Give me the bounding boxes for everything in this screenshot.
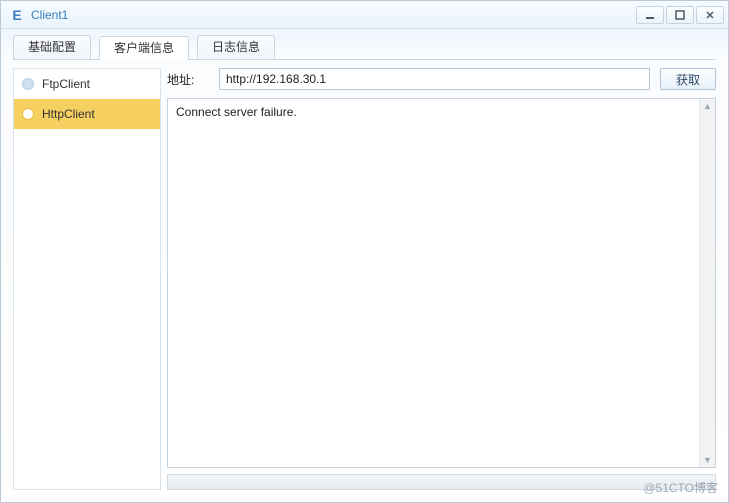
address-row: 地址: 获取 — [167, 68, 716, 90]
status-bar — [167, 474, 716, 490]
tab-label: 基础配置 — [28, 40, 76, 54]
maximize-button[interactable] — [666, 6, 694, 24]
tab-basic-config[interactable]: 基础配置 — [13, 35, 91, 59]
titlebar[interactable]: E Client1 — [1, 1, 728, 29]
address-label: 地址: — [167, 71, 209, 88]
sidebar-item-httpclient[interactable]: HttpClient — [14, 99, 160, 129]
client-sidebar: FtpClient HttpClient — [13, 68, 161, 490]
tab-label: 日志信息 — [212, 40, 260, 54]
app-window: E Client1 基础配置 客户端信息 日志信息 FtpClient Http… — [0, 0, 729, 503]
output-wrap: Connect server failure. ▲ ▼ — [167, 98, 716, 490]
app-icon: E — [9, 7, 25, 23]
status-dot-icon — [22, 108, 34, 120]
sidebar-item-label: HttpClient — [42, 107, 95, 121]
maximize-icon — [675, 10, 685, 20]
sidebar-item-label: FtpClient — [42, 77, 90, 91]
close-icon — [705, 10, 715, 20]
window-title: Client1 — [31, 8, 68, 22]
scroll-down-icon[interactable]: ▼ — [703, 453, 712, 467]
tab-client-info[interactable]: 客户端信息 — [99, 36, 189, 60]
main-panel: 地址: 获取 Connect server failure. ▲ ▼ — [167, 68, 716, 490]
minimize-icon — [645, 10, 655, 20]
fetch-button-label: 获取 — [676, 71, 700, 88]
address-input[interactable] — [219, 68, 650, 90]
fetch-button[interactable]: 获取 — [660, 68, 716, 90]
minimize-button[interactable] — [636, 6, 664, 24]
close-button[interactable] — [696, 6, 724, 24]
status-dot-icon — [22, 78, 34, 90]
tab-bar: 基础配置 客户端信息 日志信息 — [1, 29, 728, 59]
tab-log-info[interactable]: 日志信息 — [197, 35, 275, 59]
vertical-scrollbar[interactable]: ▲ ▼ — [699, 99, 715, 467]
tab-label: 客户端信息 — [114, 41, 174, 55]
sidebar-item-ftpclient[interactable]: FtpClient — [14, 69, 160, 99]
output-textarea[interactable]: Connect server failure. ▲ ▼ — [167, 98, 716, 468]
scroll-up-icon[interactable]: ▲ — [703, 99, 712, 113]
content-area: FtpClient HttpClient 地址: 获取 Connect serv… — [1, 60, 728, 502]
output-text: Connect server failure. — [176, 105, 297, 119]
